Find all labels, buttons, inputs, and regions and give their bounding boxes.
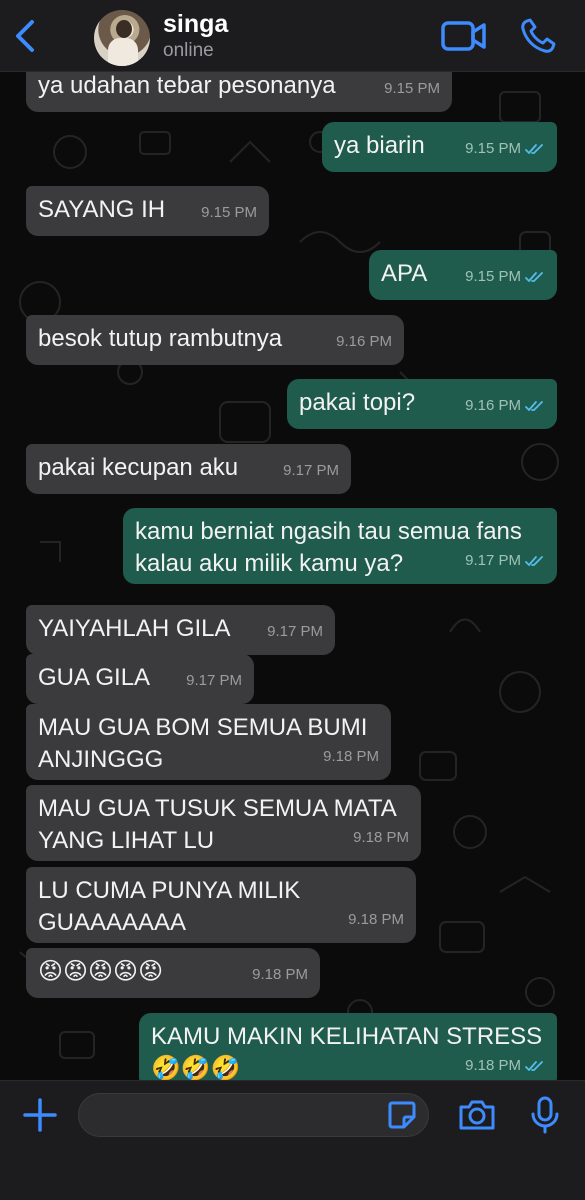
message-meta: 9.15 PM — [465, 133, 545, 165]
double-check-icon — [525, 272, 543, 282]
message-time: 9.17 PM — [186, 672, 242, 689]
message-time: 9.15 PM — [465, 140, 521, 157]
message-time: 9.15 PM — [465, 268, 521, 285]
incoming-message[interactable]: MAU GUA BOM SEMUA BUMI ANJINGGG 9.18 PM — [26, 704, 391, 780]
incoming-message[interactable]: YAIYAHLAH GILA 9.17 PM — [26, 605, 335, 655]
message-meta: 9.17 PM — [267, 616, 323, 648]
outgoing-message[interactable]: kamu berniat ngasih tau semua fans kalau… — [123, 508, 557, 584]
chat-header: singa online — [0, 0, 585, 72]
voice-call-button[interactable] — [518, 16, 558, 56]
incoming-message[interactable]: pakai kecupan aku 9.17 PM — [26, 444, 351, 494]
chevron-left-icon — [16, 20, 34, 52]
contact-name[interactable]: singa — [163, 10, 228, 39]
message-input[interactable] — [78, 1093, 429, 1137]
message-time: 9.18 PM — [348, 911, 404, 928]
contact-status: online — [163, 40, 214, 61]
avatar[interactable] — [94, 10, 150, 66]
message-meta: 9.17 PM — [186, 665, 242, 697]
message-time: 9.16 PM — [465, 397, 521, 414]
message-time: 9.15 PM — [384, 80, 440, 97]
attach-button[interactable] — [20, 1095, 60, 1135]
message-meta: 9.16 PM — [465, 390, 545, 422]
incoming-message[interactable]: SAYANG IH 9.15 PM — [26, 186, 269, 236]
incoming-message[interactable]: 😡😡😡😡😡 9.18 PM — [26, 948, 320, 998]
sticker-button[interactable] — [386, 1099, 418, 1131]
message-time: 9.15 PM — [201, 204, 257, 221]
camera-button[interactable] — [457, 1097, 497, 1133]
message-meta: 9.18 PM — [348, 904, 404, 936]
message-time: 9.17 PM — [267, 623, 323, 640]
phone-icon — [521, 18, 556, 53]
message-meta: 9.18 PM — [353, 822, 409, 854]
message-meta: 9.18 PM — [465, 1050, 545, 1080]
incoming-message[interactable]: GUA GILA 9.17 PM — [26, 654, 254, 704]
message-time: 9.18 PM — [252, 966, 308, 983]
message-time: 9.17 PM — [465, 552, 521, 569]
input-bar — [0, 1080, 585, 1200]
outgoing-message[interactable]: pakai topi? 9.16 PM — [287, 379, 557, 429]
message-meta: 9.18 PM — [323, 741, 379, 773]
message-meta: 9.16 PM — [336, 326, 392, 358]
message-time: 9.17 PM — [283, 462, 339, 479]
message-meta: 9.17 PM — [283, 455, 339, 487]
microphone-button[interactable] — [530, 1095, 560, 1135]
chat-area[interactable]: ya udahan tebar pesonanya 9.15 PM ya biari… — [0, 72, 585, 1080]
message-meta: 9.18 PM — [252, 959, 308, 991]
back-button[interactable] — [8, 14, 44, 58]
outgoing-message[interactable]: KAMU MAKIN KELIHATAN STRESS 🤣🤣🤣 9.18 PM — [139, 1013, 557, 1080]
message-time: 9.18 PM — [353, 829, 409, 846]
message-meta: 9.15 PM — [201, 197, 257, 229]
incoming-message[interactable]: MAU GUA TUSUK SEMUA MATA YANG LIHAT LU 9.… — [26, 785, 421, 861]
sticker-icon — [388, 1101, 416, 1129]
double-check-icon — [525, 401, 543, 411]
plus-icon — [23, 1098, 57, 1132]
microphone-icon — [531, 1096, 559, 1134]
outgoing-message[interactable]: ya biarin 9.15 PM — [322, 122, 557, 172]
double-check-icon — [525, 144, 543, 154]
message-meta: 9.17 PM — [465, 545, 545, 577]
outgoing-message[interactable]: APA 9.15 PM — [369, 250, 557, 300]
incoming-message[interactable]: ya udahan tebar pesonanya 9.15 PM — [26, 72, 452, 112]
video-camera-icon — [441, 21, 486, 51]
double-check-icon — [525, 556, 543, 566]
message-time: 9.18 PM — [465, 1057, 521, 1074]
incoming-message[interactable]: besok tutup rambutnya 9.16 PM — [26, 315, 404, 365]
double-check-icon — [525, 1061, 543, 1071]
message-time: 9.18 PM — [323, 748, 379, 765]
message-meta: 9.15 PM — [384, 73, 440, 105]
incoming-message[interactable]: LU CUMA PUNYA MILIK GUAAAAAAA 9.18 PM — [26, 867, 416, 943]
camera-icon — [459, 1100, 495, 1130]
message-meta: 9.15 PM — [465, 261, 545, 293]
message-time: 9.16 PM — [336, 333, 392, 350]
message-text: ya udahan tebar pesonanya — [38, 72, 336, 99]
video-call-button[interactable] — [440, 18, 488, 54]
